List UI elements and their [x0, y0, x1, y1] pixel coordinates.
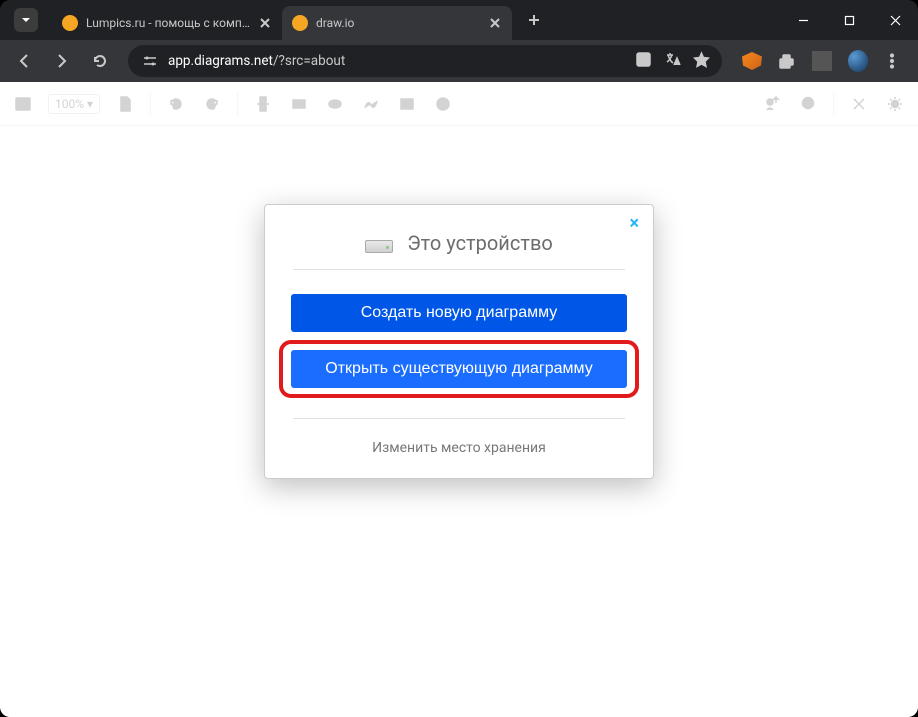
redo-icon[interactable] — [201, 93, 223, 115]
shape-rect-icon[interactable] — [288, 93, 310, 115]
translate-icon[interactable] — [664, 51, 681, 72]
url-text: app.diagrams.net/?src=about — [168, 53, 627, 69]
canvas-area[interactable]: × Это устройство Создать новую диаграмму… — [0, 126, 918, 717]
favicon-icon — [292, 15, 308, 31]
browser-tabs: Lumpics.ru - помощь с компью draw.io — [52, 0, 548, 40]
close-window-button[interactable] — [872, 0, 918, 40]
modal-header: Это устройство — [293, 223, 625, 270]
modal-buttons: Создать новую диаграмму Открыть существу… — [293, 294, 625, 392]
extension-icons — [734, 51, 910, 71]
address-bar-actions — [635, 51, 710, 72]
share-icon[interactable] — [761, 93, 783, 115]
comment-icon[interactable] — [797, 93, 819, 115]
browser-titlebar: Lumpics.ru - помощь с компью draw.io — [0, 0, 918, 40]
edit-tools-icon[interactable] — [848, 93, 870, 115]
close-tab-button[interactable] — [258, 16, 272, 30]
tab-drawio[interactable]: draw.io — [282, 6, 512, 40]
modal-backdrop: × Это устройство Создать новую диаграмму… — [0, 126, 918, 717]
toolbar-divider — [812, 51, 832, 71]
extensions-puzzle-icon[interactable] — [776, 51, 796, 71]
modal-footer: Изменить место хранения — [293, 418, 625, 456]
new-page-icon[interactable] — [114, 93, 136, 115]
tab-title: Lumpics.ru - помощь с компью — [86, 16, 250, 30]
maximize-button[interactable] — [826, 0, 872, 40]
profile-icon[interactable] — [848, 51, 868, 71]
minimize-button[interactable] — [780, 0, 826, 40]
browser-menu-button[interactable] — [882, 51, 902, 71]
highlight-open-button: Открыть существующую диаграмму — [279, 340, 639, 398]
address-bar[interactable]: app.diagrams.net/?src=about — [128, 45, 722, 77]
install-app-icon[interactable] — [635, 51, 652, 72]
bookmark-icon[interactable] — [693, 51, 710, 72]
shape-vertical-icon[interactable] — [252, 93, 274, 115]
tab-search-button[interactable] — [14, 8, 38, 32]
device-icon — [365, 233, 393, 253]
metamask-extension-icon[interactable] — [742, 51, 762, 71]
zoom-level[interactable]: 100% ▾ — [48, 94, 100, 114]
close-modal-button[interactable]: × — [629, 215, 639, 233]
tab-lumpics[interactable]: Lumpics.ru - помощь с компью — [52, 6, 282, 40]
back-button[interactable] — [8, 45, 40, 77]
plus-icon[interactable] — [432, 93, 454, 115]
open-diagram-button[interactable]: Открыть существующую диаграмму — [291, 350, 627, 388]
site-settings-icon[interactable] — [140, 51, 160, 71]
drawio-toolbar: 100% ▾ — [0, 82, 918, 126]
window-controls — [780, 0, 918, 40]
close-tab-button[interactable] — [488, 16, 502, 30]
forward-button[interactable] — [46, 45, 78, 77]
modal-title: Это устройство — [407, 231, 553, 255]
browser-toolbar: app.diagrams.net/?src=about — [0, 40, 918, 82]
freehand-icon[interactable] — [360, 93, 382, 115]
storage-modal: × Это устройство Создать новую диаграмму… — [264, 204, 654, 479]
app-content: 100% ▾ × — [0, 82, 918, 717]
theme-icon[interactable] — [884, 93, 906, 115]
change-storage-link[interactable]: Изменить место хранения — [372, 440, 546, 456]
tab-title: draw.io — [316, 16, 480, 30]
create-diagram-button[interactable]: Создать новую диаграмму — [291, 294, 627, 332]
favicon-icon — [62, 15, 78, 31]
undo-icon[interactable] — [165, 93, 187, 115]
browser-window: Lumpics.ru - помощь с компью draw.io — [0, 0, 918, 717]
reload-button[interactable] — [84, 45, 116, 77]
table-icon[interactable] — [396, 93, 418, 115]
sidebar-toggle-icon[interactable] — [12, 93, 34, 115]
new-tab-button[interactable] — [520, 6, 548, 34]
shape-ellipse-icon[interactable] — [324, 93, 346, 115]
